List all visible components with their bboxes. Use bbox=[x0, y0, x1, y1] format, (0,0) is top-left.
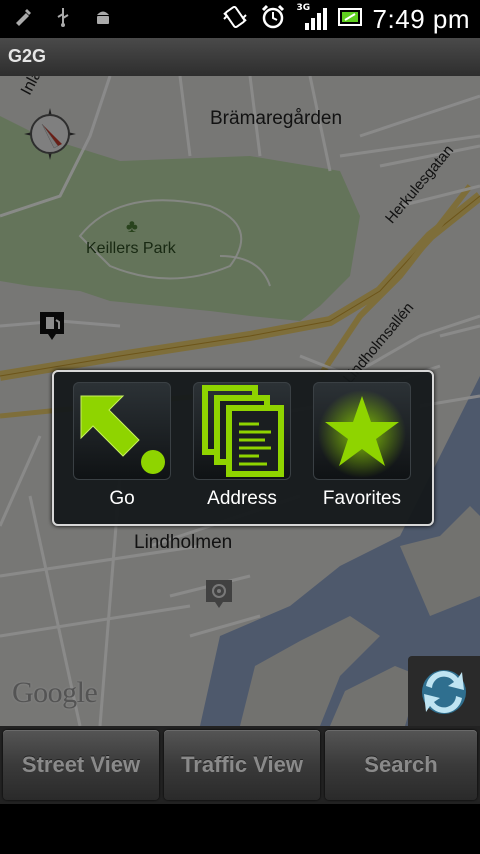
traffic-view-button[interactable]: Traffic View bbox=[164, 730, 320, 800]
go-label: Go bbox=[109, 488, 135, 509]
app-title-bar: G2G bbox=[0, 38, 480, 76]
app-title: G2G bbox=[8, 46, 47, 66]
address-label: Address bbox=[207, 488, 277, 509]
go-button[interactable]: Go bbox=[72, 382, 172, 514]
favorites-label: Favorites bbox=[322, 488, 402, 509]
usb-icon bbox=[52, 6, 74, 28]
signal-icon: 3G bbox=[297, 3, 327, 33]
refresh-button[interactable] bbox=[408, 656, 480, 726]
bottom-toolbar: Street View Traffic View Search bbox=[0, 726, 480, 804]
address-tile bbox=[193, 382, 291, 480]
go-arrow-icon bbox=[80, 395, 165, 474]
quick-action-dialog: Go Address Favorites bbox=[52, 370, 434, 526]
search-button[interactable]: Search bbox=[325, 730, 477, 800]
alarm-icon bbox=[259, 3, 287, 35]
battery-icon bbox=[337, 4, 363, 34]
usb-debug-icon bbox=[12, 6, 34, 28]
favorites-button[interactable]: Favorites bbox=[312, 382, 412, 514]
vibrate-icon bbox=[221, 3, 249, 35]
favorites-star-icon bbox=[318, 390, 406, 478]
address-documents-icon bbox=[202, 385, 284, 477]
android-icon bbox=[92, 6, 114, 28]
go-tile bbox=[73, 382, 171, 480]
clock-time: 7:49 pm bbox=[372, 3, 470, 34]
refresh-icon bbox=[422, 670, 466, 714]
favorites-tile bbox=[313, 382, 411, 480]
status-bar: 3G 7:49 pm bbox=[0, 0, 480, 38]
street-view-button[interactable]: Street View bbox=[3, 730, 159, 800]
address-button[interactable]: Address bbox=[192, 382, 292, 514]
